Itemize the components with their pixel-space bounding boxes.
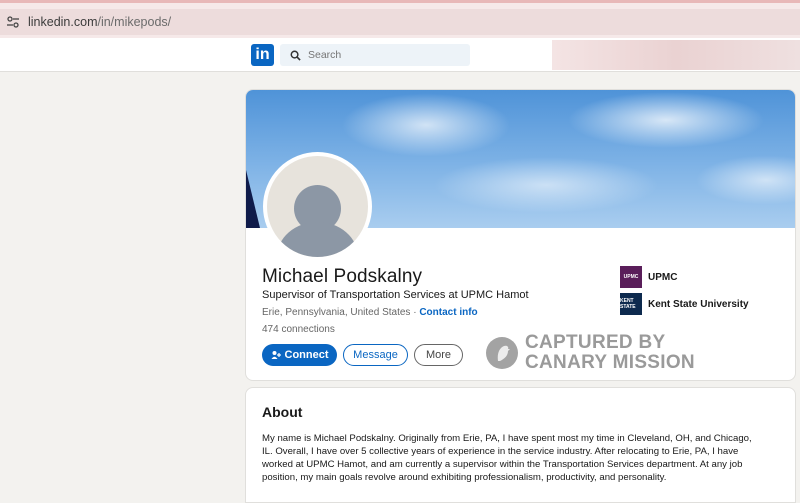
connect-button[interactable]: Connect (262, 344, 337, 366)
connect-label: Connect (284, 349, 329, 361)
about-text: My name is Michael Podskalny. Originally… (262, 433, 752, 483)
url-path: /in/mikepods/ (97, 15, 172, 29)
message-button[interactable]: Message (343, 344, 408, 366)
experience-upmc[interactable]: UPMC UPMC (620, 266, 677, 288)
avatar-body-silhouette (277, 222, 358, 257)
browser-toolbar: linkedin.com/in/mikepods/ (0, 0, 800, 38)
address-bar[interactable]: linkedin.com/in/mikepods/ (0, 9, 800, 35)
upmc-logo: UPMC (620, 266, 642, 288)
url-host: linkedin.com (28, 15, 98, 29)
blurred-nav-region (552, 40, 800, 70)
about-section: About My name is Michael Podskalny. Orig… (245, 387, 796, 503)
search-box[interactable] (280, 44, 470, 66)
location-line: Erie, Pennsylvania, United States · Cont… (262, 307, 478, 318)
education-kent-state[interactable]: KENT STATE Kent State University (620, 293, 749, 315)
contact-info-link[interactable]: Contact info (419, 307, 477, 318)
profile-name: Michael Podskalny (262, 266, 423, 287)
linkedin-logo[interactable]: in (251, 44, 274, 66)
canary-bird-glyph (497, 345, 510, 361)
connections-count[interactable]: 474 connections (262, 324, 335, 335)
kent-state-logo: KENT STATE (620, 293, 642, 315)
url-text[interactable]: linkedin.com/in/mikepods/ (28, 15, 171, 29)
linkedin-header: in (0, 38, 800, 72)
more-button[interactable]: More (414, 344, 463, 366)
add-person-icon (271, 351, 281, 359)
profile-headline: Supervisor of Transportation Services at… (262, 289, 529, 301)
profile-card: Michael Podskalny Supervisor of Transpor… (245, 89, 796, 381)
banner-dark-corner (246, 170, 260, 228)
about-title: About (262, 404, 303, 420)
watermark-line2: CANARY MISSION (525, 352, 695, 373)
avatar[interactable] (263, 152, 372, 261)
org-name-upmc: UPMC (648, 271, 678, 283)
search-icon (290, 50, 301, 61)
location-separator: · (410, 307, 420, 318)
canary-bird-icon (486, 337, 518, 369)
watermark-line1: CAPTURED BY (525, 332, 666, 353)
profile-location: Erie, Pennsylvania, United States (262, 307, 411, 318)
search-input[interactable] (308, 49, 458, 61)
org-name-kent-state: Kent State University (648, 298, 749, 310)
site-settings-icon[interactable] (6, 15, 20, 29)
watermark: CAPTURED BY CANARY MISSION (486, 332, 706, 373)
